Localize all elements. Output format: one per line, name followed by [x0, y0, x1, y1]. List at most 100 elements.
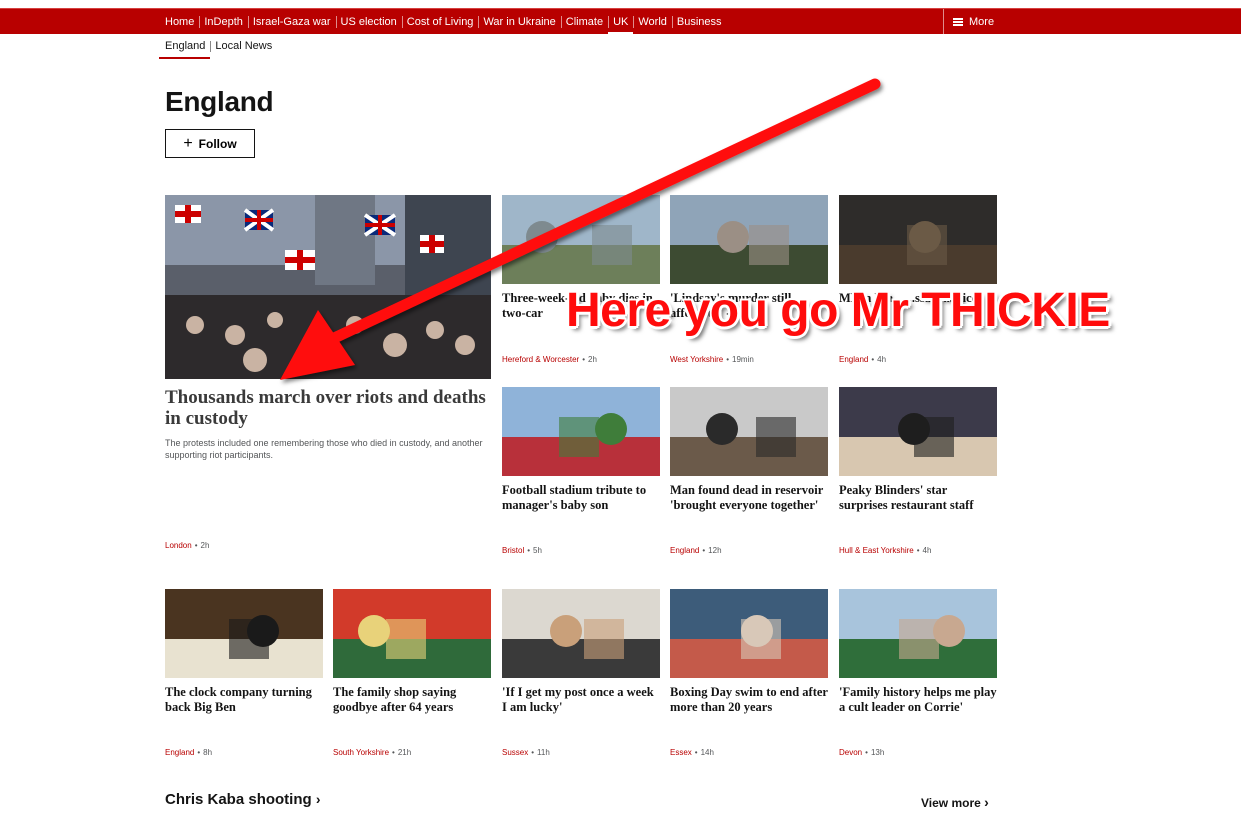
subnav-item-england[interactable]: England	[158, 40, 211, 59]
separator-dot: •	[865, 748, 868, 757]
story-meta: Bristol • 5h	[502, 546, 542, 555]
story-image	[839, 195, 997, 284]
story-image	[502, 589, 660, 678]
lead-meta: London • 2h	[165, 541, 210, 550]
story-meta: Hereford & Worcester • 2h	[502, 355, 597, 364]
story-meta: England • 12h	[670, 546, 722, 555]
sub-navigation: England Local News	[158, 40, 277, 59]
nav-item-war-in-ukraine[interactable]: War in Ukraine	[478, 9, 560, 35]
story-headline[interactable]: Man found dead in reservoir 'brought eve…	[670, 483, 828, 513]
story-card[interactable]: Peaky Blinders' star surprises restauran…	[839, 387, 997, 555]
story-tag[interactable]: Devon	[839, 748, 862, 757]
story-image	[670, 195, 828, 284]
story-tag[interactable]: England	[839, 355, 868, 364]
story-tag[interactable]: England	[670, 546, 699, 555]
story-headline[interactable]: Boxing Day swim to end after more than 2…	[670, 685, 828, 715]
view-more-link[interactable]: View more ›	[921, 794, 989, 810]
story-tag[interactable]: West Yorkshire	[670, 355, 723, 364]
subnav-item-local-news[interactable]: Local News	[210, 40, 277, 58]
more-button[interactable]: More	[943, 9, 994, 35]
story-tag[interactable]: England	[165, 748, 194, 757]
story-tag[interactable]: Essex	[670, 748, 692, 757]
story-image	[839, 589, 997, 678]
separator-dot: •	[582, 355, 586, 364]
story-meta: England • 8h	[165, 748, 212, 757]
story-image	[333, 589, 491, 678]
story-time: 8h	[203, 748, 213, 757]
lead-headline[interactable]: Thousands march over riots and deaths in…	[165, 387, 491, 429]
story-meta: England • 4h	[839, 355, 886, 364]
nav-item-cost-of-living[interactable]: Cost of Living	[401, 9, 479, 35]
story-time: 2h	[588, 355, 597, 364]
lead-story[interactable]: Thousands march over riots and deaths in…	[165, 195, 491, 550]
story-card[interactable]: The clock company turning back Big Ben En…	[165, 589, 323, 757]
annotation-caption: Here you go Mr THICKIE	[566, 284, 1110, 337]
section-title-label: Chris Kaba shooting	[165, 791, 312, 808]
story-headline[interactable]: 'Family history helps me play a cult lea…	[839, 685, 997, 715]
lead-time: 2h	[200, 541, 210, 550]
plus-icon: +	[183, 134, 193, 152]
nav-item-us-election[interactable]: US election	[335, 9, 402, 35]
view-more-label: View more	[921, 796, 981, 810]
story-headline[interactable]: Peaky Blinders' star surprises restauran…	[839, 483, 997, 513]
nav-item-world[interactable]: World	[633, 9, 672, 35]
story-headline[interactable]: The family shop saying goodbye after 64 …	[333, 685, 491, 715]
follow-button[interactable]: + Follow	[165, 129, 255, 158]
story-image	[165, 589, 323, 678]
story-time: 11h	[537, 748, 550, 757]
story-time: 12h	[708, 546, 722, 555]
story-headline[interactable]: Football stadium tribute to manager's ba…	[502, 483, 660, 513]
section-title[interactable]: Chris Kaba shooting ›	[165, 791, 321, 808]
story-tag[interactable]: South Yorkshire	[333, 748, 389, 757]
chevron-right-icon: ›	[984, 794, 989, 810]
story-time: 14h	[700, 748, 714, 757]
story-time: 21h	[397, 748, 412, 757]
follow-label: Follow	[198, 136, 237, 151]
lead-story-image	[165, 195, 491, 379]
nav-item-israel-gaza-war[interactable]: Israel-Gaza war	[247, 9, 336, 35]
lead-tag[interactable]: London	[165, 541, 192, 550]
nav-item-home[interactable]: Home	[160, 9, 199, 35]
nav-item-climate[interactable]: Climate	[560, 9, 608, 35]
story-image	[670, 387, 828, 476]
nav-item-business[interactable]: Business	[671, 9, 727, 35]
page-title: England	[165, 86, 274, 117]
separator-dot: •	[392, 748, 395, 757]
story-image	[502, 387, 660, 476]
story-tag[interactable]: Hull & East Yorkshire	[839, 546, 914, 555]
menu-icon	[953, 18, 963, 26]
top-navigation: Home InDepth Israel-Gaza war US election Cos…	[0, 8, 1241, 35]
story-time: 4h	[877, 355, 887, 364]
story-card[interactable]: The family shop saying goodbye after 64 …	[333, 589, 491, 757]
nav-items: Home InDepth Israel-Gaza war US election Cos…	[160, 9, 727, 35]
story-meta: Essex • 14h	[670, 748, 714, 757]
story-time: 19min	[732, 355, 754, 364]
story-card[interactable]: 'Family history helps me play a cult lea…	[839, 589, 997, 757]
story-image	[839, 387, 997, 476]
nav-item-uk[interactable]: UK	[608, 9, 634, 35]
story-card[interactable]: Man found dead in reservoir 'brought eve…	[670, 387, 828, 555]
story-card[interactable]: Football stadium tribute to manager's ba…	[502, 387, 660, 555]
story-headline[interactable]: The clock company turning back Big Ben	[165, 685, 323, 715]
story-time: 13h	[870, 748, 885, 757]
chevron-right-icon: ›	[315, 791, 321, 807]
story-time: 4h	[922, 546, 932, 555]
story-headline[interactable]: 'If I get my post once a week I am lucky…	[502, 685, 660, 715]
story-card[interactable]: 'If I get my post once a week I am lucky…	[502, 589, 660, 757]
separator-dot: •	[702, 546, 706, 555]
story-tag[interactable]: Hereford & Worcester	[502, 355, 579, 364]
story-card[interactable]: Boxing Day swim to end after more than 2…	[670, 589, 828, 757]
story-tag[interactable]: Bristol	[502, 546, 524, 555]
separator-dot: •	[694, 748, 698, 757]
lead-summary: The protests included one remembering th…	[165, 438, 483, 460]
story-tag[interactable]: Sussex	[502, 748, 528, 757]
story-meta: South Yorkshire • 21h	[333, 748, 411, 757]
story-meta: Hull & East Yorkshire • 4h	[839, 546, 931, 555]
separator-dot: •	[531, 748, 535, 757]
story-meta: Devon • 13h	[839, 748, 884, 757]
story-image	[502, 195, 660, 284]
story-image	[670, 589, 828, 678]
separator-dot: •	[916, 546, 920, 555]
story-meta: West Yorkshire • 19min	[670, 355, 754, 364]
nav-item-indepth[interactable]: InDepth	[199, 9, 248, 35]
